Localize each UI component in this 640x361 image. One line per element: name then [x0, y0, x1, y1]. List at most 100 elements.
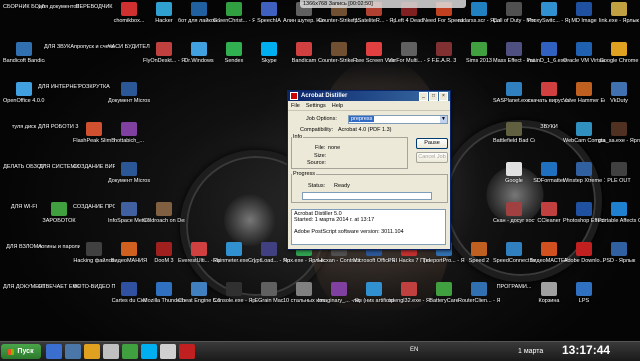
- app-icon: [506, 42, 522, 56]
- job-options-select[interactable]: prepress ▼: [348, 115, 448, 124]
- app-icon: [156, 282, 172, 296]
- dropdown-arrow-icon[interactable]: ▼: [440, 116, 447, 123]
- menu-file[interactable]: File: [291, 103, 300, 109]
- desktop-icon[interactable]: Документ Microso...: [108, 162, 150, 199]
- app-icon: [121, 242, 137, 256]
- desktop-icon-label: hottabich_...: [114, 138, 144, 144]
- desktop-icon-label: Google Chrome: [599, 58, 639, 64]
- cancel-job-button[interactable]: Cancel Job: [416, 152, 448, 163]
- app-icon: [121, 202, 137, 216]
- taskbar: Пуск EN 1 марта 13:17:44: [0, 341, 640, 361]
- desktop-icon-label: gta_sa.exe - Ярлык: [598, 138, 640, 144]
- desktop-icon-label: Документ Microso...: [108, 178, 150, 184]
- close-button[interactable]: ×: [439, 91, 448, 101]
- file-value: none: [328, 145, 341, 151]
- app-icon: [576, 162, 592, 176]
- size-label: Size:: [314, 153, 327, 159]
- app-icon: [226, 2, 242, 16]
- desktop-icon[interactable]: Документ Microso...: [108, 82, 150, 119]
- app-icon: [51, 202, 67, 216]
- app-icon: [296, 42, 312, 56]
- window-title: Acrobat Distiller: [301, 93, 348, 99]
- start-button[interactable]: Пуск: [1, 344, 41, 359]
- menu-help[interactable]: Help: [332, 103, 343, 109]
- app-icon: [541, 82, 557, 96]
- app-icon: [576, 202, 592, 216]
- window-icon[interactable]: [160, 344, 176, 359]
- desktop-icon[interactable]: Google Chrome: [598, 42, 640, 79]
- log-box[interactable]: Acrobat Distiller 5.0 Started: 1 марта 2…: [291, 209, 446, 245]
- pause-button[interactable]: Pause: [416, 138, 448, 149]
- desktop: СБОРНИК БОНУСОВ-...для документовПЕРЕВОД…: [0, 0, 640, 341]
- file-label: File:: [315, 145, 326, 151]
- app-icon: [471, 42, 487, 56]
- app-icon: [331, 282, 347, 296]
- app-icon: [156, 42, 172, 56]
- clock[interactable]: 13:17:44: [562, 343, 610, 357]
- app-icon: [541, 282, 557, 296]
- app-icon: [156, 2, 172, 16]
- file-icon[interactable]: [103, 344, 119, 359]
- language-indicator[interactable]: EN: [410, 347, 418, 353]
- app-icon: [156, 242, 172, 256]
- desktop-icon-label: Portable Affects CS6: [598, 218, 640, 224]
- acrobat-distiller-window[interactable]: Acrobat Distiller _ □ × File Settings He…: [287, 90, 451, 250]
- app-icon: [506, 242, 522, 256]
- app-icon: [121, 82, 137, 96]
- app-icon: [121, 2, 137, 16]
- desktop-icon[interactable]: PLE OUT: [598, 162, 640, 199]
- desktop-icon[interactable]: gta_sa.exe - Ярлык: [598, 122, 640, 159]
- app-icon: [576, 82, 592, 96]
- app-icon: [576, 122, 592, 136]
- app-icon: [191, 2, 207, 16]
- music-icon[interactable]: [122, 344, 138, 359]
- desktop-icon[interactable]: Coldroach on Desktop: [143, 202, 185, 239]
- app-icon: [611, 122, 627, 136]
- app-icon: [261, 2, 277, 16]
- status-label: Status:: [308, 183, 326, 189]
- windows-logo-icon: [8, 348, 15, 355]
- app-icon: [471, 282, 487, 296]
- app-icon: [611, 42, 627, 56]
- chrome-icon[interactable]: [84, 344, 100, 359]
- desktop-icon-label: PLE OUT: [607, 178, 631, 184]
- app-icon: [191, 282, 207, 296]
- menu-settings[interactable]: Settings: [306, 103, 326, 109]
- app-icon: [506, 122, 522, 136]
- app-icon: [86, 242, 102, 256]
- vk-icon[interactable]: [65, 344, 81, 359]
- job-options-label: Job Options:: [306, 116, 337, 122]
- app-icon: [366, 282, 382, 296]
- app-icon: [471, 2, 487, 16]
- window-titlebar[interactable]: Acrobat Distiller _ □ ×: [288, 91, 450, 101]
- app-icon: [506, 82, 522, 96]
- desktop-icon[interactable]: Portable Affects CS6: [598, 202, 640, 239]
- date-text: 1 марта: [518, 348, 544, 355]
- desktop-icon-label: link.exe - Ярлык: [599, 18, 639, 24]
- start-label: Пуск: [17, 348, 34, 355]
- browser-icon[interactable]: [46, 344, 62, 359]
- desktop-icon[interactable]: link.exe - Ярлык: [598, 2, 640, 39]
- desktop-icon[interactable]: PSD - Ярлык: [598, 242, 640, 279]
- app-icon: [366, 42, 382, 56]
- app-icon: [16, 82, 32, 96]
- app-icon: [121, 282, 137, 296]
- app-icon: [121, 162, 137, 176]
- maximize-button[interactable]: □: [429, 91, 438, 101]
- minimize-button[interactable]: _: [419, 91, 428, 101]
- desktop-icon[interactable]: hottabich_...: [108, 122, 150, 159]
- distiller-app-icon: [290, 92, 298, 100]
- job-options-value: prepress: [349, 116, 375, 122]
- app-icon: [611, 202, 627, 216]
- pdf-icon[interactable]: [179, 344, 195, 359]
- desktop-icon[interactable]: LPS: [563, 282, 605, 319]
- desktop-icon[interactable]: VkDuty: [598, 82, 640, 119]
- compatibility-label: Compatibility:: [300, 127, 334, 133]
- app-icon: [86, 122, 102, 136]
- app-icon: [576, 242, 592, 256]
- app-icon: [541, 162, 557, 176]
- skype-icon[interactable]: [141, 344, 157, 359]
- app-icon: [576, 42, 592, 56]
- app-icon: [611, 82, 627, 96]
- menubar: File Settings Help: [288, 101, 450, 111]
